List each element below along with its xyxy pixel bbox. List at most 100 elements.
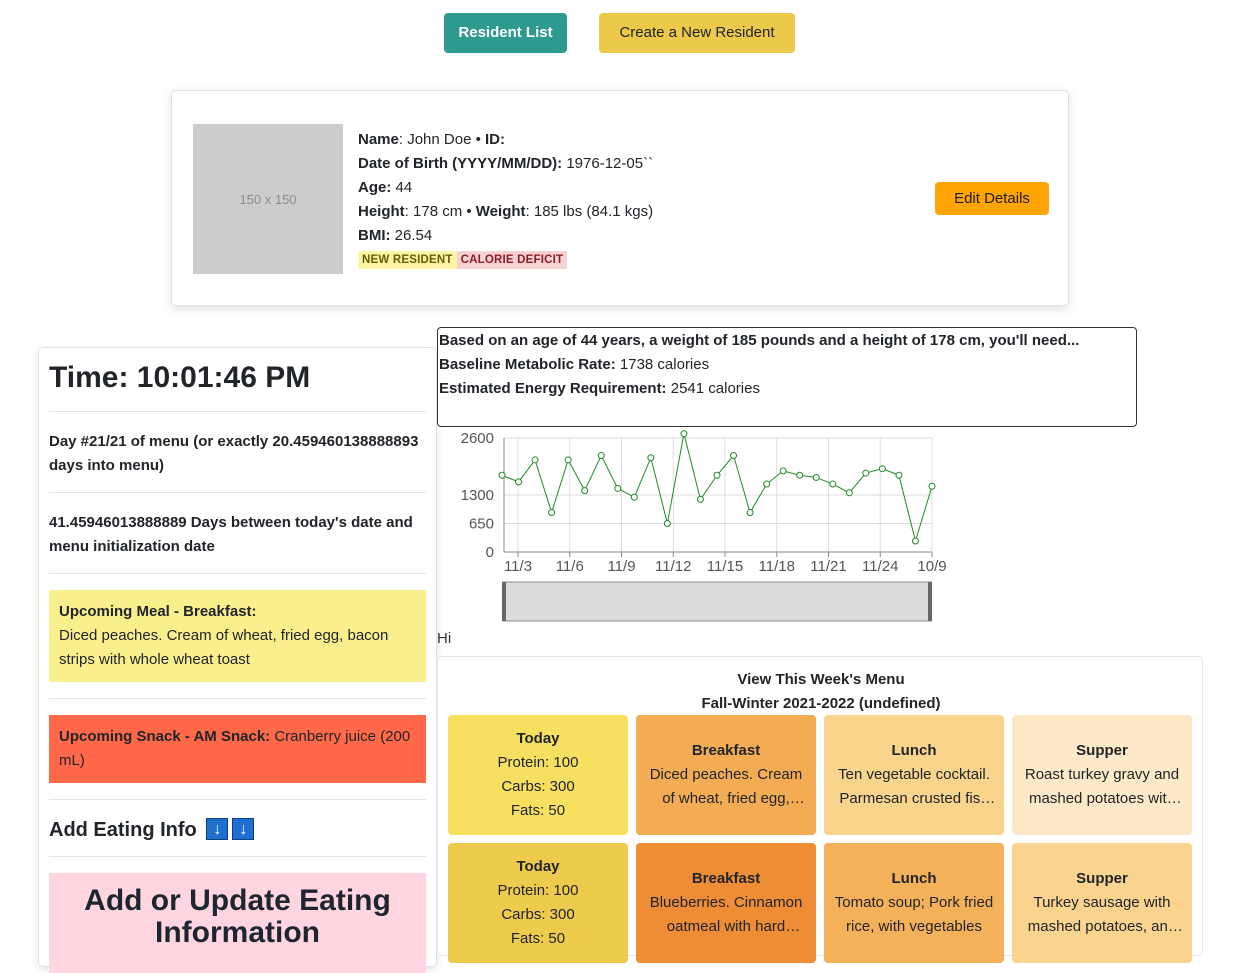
range-slider-right-handle[interactable] bbox=[928, 582, 932, 621]
data-point bbox=[812, 473, 820, 481]
age-label: Age: bbox=[358, 179, 392, 196]
data-point bbox=[498, 471, 506, 479]
data-point bbox=[531, 456, 539, 464]
edit-details-button[interactable]: Edit Details bbox=[935, 182, 1049, 215]
menu-heading-title[interactable]: View This Week's Menu bbox=[438, 668, 1204, 692]
macro-target: Carbs: 300 bbox=[501, 778, 575, 795]
data-point bbox=[548, 509, 556, 517]
id-label: ID: bbox=[485, 131, 505, 148]
age-value: 44 bbox=[391, 179, 413, 196]
x-tick-label: 11/18 bbox=[759, 558, 795, 575]
menu-card-description: Ten vegetable cocktail. Parmesan crusted… bbox=[838, 766, 990, 807]
x-tick-label: 11/15 bbox=[707, 558, 743, 575]
days-between-info: 41.45946013888889 Days between today's d… bbox=[49, 514, 413, 555]
energy-requirement-box: Based on an age of 44 years, a weight of… bbox=[437, 327, 1137, 427]
data-point bbox=[895, 471, 903, 479]
macro-target: Fats: 50 bbox=[510, 930, 566, 947]
menu-heading[interactable]: View This Week's Menu Fall-Winter 2021-2… bbox=[438, 668, 1204, 716]
height-label: Height bbox=[358, 203, 405, 220]
weekly-menu-panel: View This Week's Menu Fall-Winter 2021-2… bbox=[437, 656, 1204, 963]
data-point bbox=[878, 465, 886, 473]
x-tick-label: 11/21 bbox=[810, 558, 846, 575]
height-value: : 178 cm bbox=[404, 203, 463, 220]
menu-season-title: Fall-Winter 2021-2022 (undefined) bbox=[701, 695, 941, 712]
menu-card-today[interactable]: Today Protein: 100 Carbs: 300 Fats: 50 bbox=[448, 715, 628, 835]
macro-target: Protein: 100 bbox=[497, 882, 579, 899]
eer-row: Estimated Energy Requirement: 2541 calor… bbox=[439, 377, 1136, 401]
bmi-row: BMI: 26.54 bbox=[358, 224, 858, 248]
menu-card-lunch[interactable]: Lunch Ten vegetable cocktail. Parmesan cr… bbox=[824, 715, 1004, 835]
bmi-label: BMI: bbox=[358, 227, 391, 244]
macro-target: Carbs: 300 bbox=[501, 906, 575, 923]
menu-card-supper[interactable]: Supper Turkey sausage with mashed potatoe… bbox=[1012, 843, 1192, 963]
hi-text: Hi bbox=[437, 630, 452, 647]
calorie-series bbox=[498, 430, 936, 545]
resident-list-button[interactable]: Resident List bbox=[444, 13, 567, 53]
menu-card-title: Lunch bbox=[891, 870, 937, 887]
avatar-placeholder: 150 x 150 bbox=[193, 124, 343, 274]
data-point bbox=[862, 469, 870, 477]
down-arrow-icon[interactable]: ↓ bbox=[232, 818, 255, 840]
eer-value: 2541 calories bbox=[666, 380, 760, 397]
data-point bbox=[680, 430, 688, 438]
upcoming-meal-card: Upcoming Meal - Breakfast: Diced peaches… bbox=[49, 590, 426, 682]
chart-axes bbox=[503, 438, 933, 557]
range-slider-left-handle[interactable] bbox=[502, 582, 506, 621]
data-point bbox=[515, 478, 523, 486]
data-point bbox=[564, 456, 572, 464]
menu-card-lunch[interactable]: Lunch Tomato soup; Pork fried rice, with … bbox=[824, 843, 1004, 963]
divider bbox=[49, 411, 426, 412]
menu-card-description: Tomato soup; Pork fried rice, with veget… bbox=[834, 894, 994, 935]
create-resident-button[interactable]: Create a New Resident bbox=[599, 13, 795, 53]
menu-card-description: Diced peaches. Cream of wheat, fried egg… bbox=[649, 766, 803, 807]
update-eating-info-heading: Add or Update Eating Information bbox=[49, 873, 426, 973]
macro-target: Fats: 50 bbox=[510, 802, 566, 819]
y-axis-ticks: 2600 1300 650 0 bbox=[461, 430, 494, 561]
data-point bbox=[647, 454, 655, 462]
menu-card-breakfast[interactable]: Breakfast Diced peaches. Cream of wheat, … bbox=[636, 715, 816, 835]
data-point bbox=[713, 471, 721, 479]
data-point bbox=[696, 495, 704, 503]
y-tick-label: 0 bbox=[486, 544, 494, 561]
data-point bbox=[911, 537, 919, 545]
y-tick-label: 1300 bbox=[461, 487, 494, 504]
menu-card-title: Breakfast bbox=[691, 870, 761, 887]
divider bbox=[49, 492, 426, 493]
resident-details: Name: John Doe • ID: Date of Birth (YYYY… bbox=[358, 128, 858, 269]
bmr-value: 1738 calories bbox=[615, 356, 710, 373]
data-point bbox=[730, 452, 738, 460]
data-point bbox=[796, 471, 804, 479]
y-tick-label: 2600 bbox=[461, 430, 494, 447]
status-badges: NEW RESIDENT CALORIE DEFICIT bbox=[358, 250, 858, 269]
dob-label: Date of Birth (YYYY/MM/DD): bbox=[358, 155, 563, 172]
macro-target: Protein: 100 bbox=[497, 754, 579, 771]
upcoming-snack-card: Upcoming Snack - AM Snack: Cranberry jui… bbox=[49, 715, 426, 783]
menu-card-today[interactable]: Today Protein: 100 Carbs: 300 Fats: 50 bbox=[448, 843, 628, 963]
data-point bbox=[779, 467, 787, 475]
chart-grid bbox=[504, 437, 933, 553]
data-point bbox=[746, 509, 754, 517]
calorie-deficit-badge: CALORIE DEFICIT bbox=[456, 251, 568, 269]
add-eating-info-heading: Add Eating Info ↓ ↓ bbox=[49, 816, 426, 844]
menu-card-description: Roast turkey gravy and mashed potatoes w… bbox=[1024, 766, 1180, 807]
menu-card-breakfast[interactable]: Breakfast Blueberries. Cinnamon oatmeal w… bbox=[636, 843, 816, 963]
add-eating-label: Add Eating Info bbox=[49, 819, 197, 841]
data-point bbox=[829, 480, 837, 488]
status-sidebar: Time: 10:01:46 PM Day #21/21 of menu (or… bbox=[38, 347, 437, 973]
current-time: Time: 10:01:46 PM bbox=[49, 361, 311, 394]
weight-value: : 185 lbs (84.1 kgs) bbox=[525, 203, 654, 220]
dob-value: 1976-12-05`` bbox=[562, 155, 654, 172]
x-tick-label: 11/12 bbox=[655, 558, 691, 575]
range-slider-track[interactable] bbox=[502, 581, 932, 622]
down-arrow-icon[interactable]: ↓ bbox=[206, 818, 229, 840]
name-label: Name bbox=[358, 131, 399, 148]
menu-card-description: Blueberries. Cinnamon oatmeal with hard … bbox=[649, 894, 803, 935]
menu-card-title: Breakfast bbox=[691, 742, 761, 759]
menu-card-supper[interactable]: Supper Roast turkey gravy and mashed pota… bbox=[1012, 715, 1192, 835]
range-slider[interactable] bbox=[502, 581, 932, 622]
bmr-row: Baseline Metabolic Rate: 1738 calories bbox=[439, 353, 1136, 377]
divider bbox=[49, 698, 426, 699]
x-axis-ticks: 11/3 11/6 11/9 11/12 11/15 11/18 11/21 11/24 10/… bbox=[504, 558, 947, 575]
data-point bbox=[581, 487, 589, 495]
eer-label: Estimated Energy Requirement: bbox=[439, 380, 667, 397]
